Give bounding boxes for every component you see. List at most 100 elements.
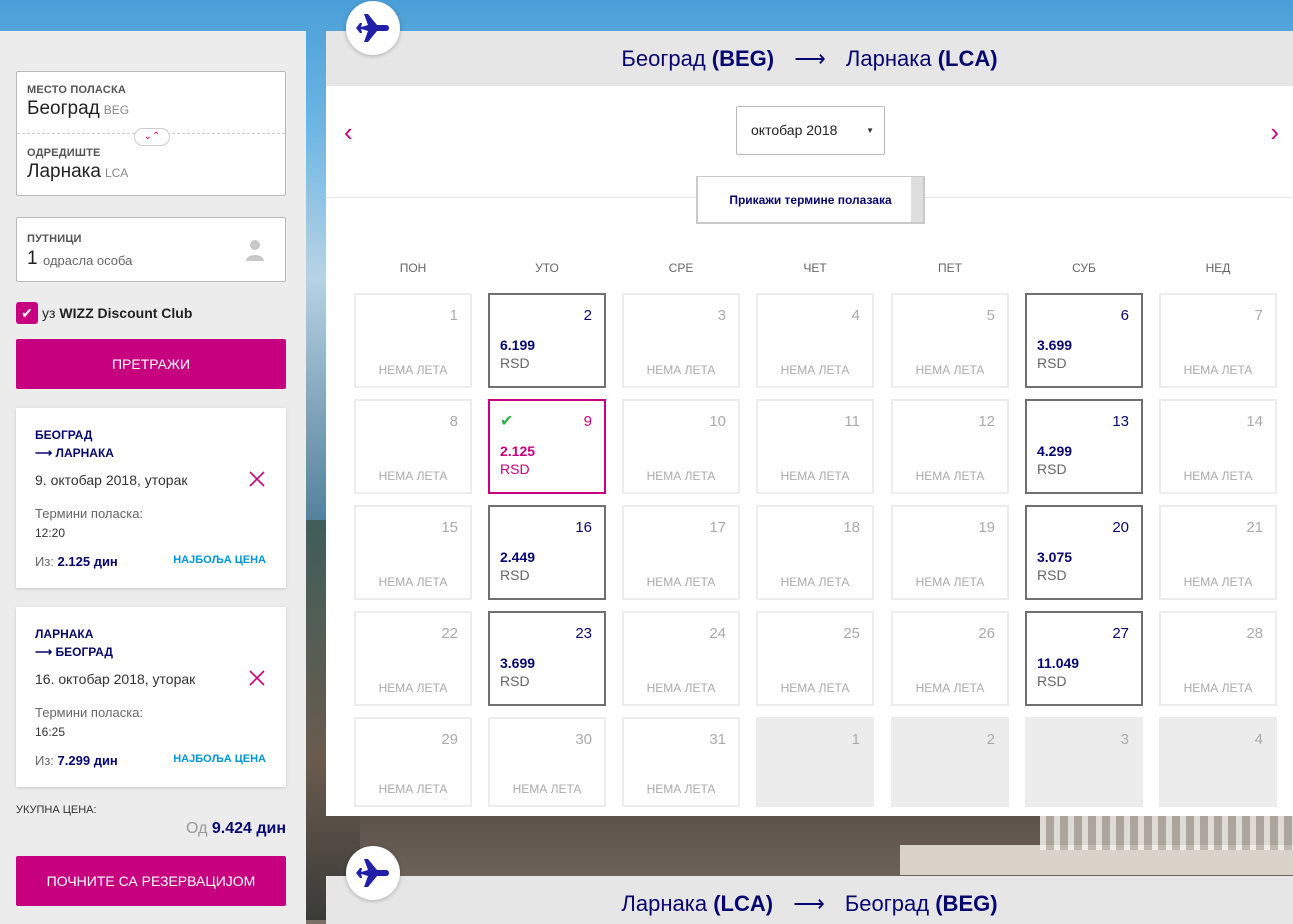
calendar-day[interactable]: 20 3.075 RSD (1025, 505, 1143, 600)
origin-field[interactable]: Место поласка Београд BEG (27, 84, 129, 120)
day-number: 3 (717, 307, 726, 324)
day-currency: RSD (500, 355, 530, 371)
day-price: 2.125 (500, 443, 536, 459)
total-value: 9.424 дин (211, 820, 286, 837)
destination-field[interactable]: Одредиште Ларнака LCA (27, 147, 128, 183)
wdc-checkbox[interactable]: ✔ (16, 302, 38, 324)
day-number: 4 (851, 307, 860, 324)
route-arrow-icon: ⟶ (794, 46, 826, 71)
day-currency: RSD (500, 567, 530, 583)
price-prefix: Из: (35, 753, 54, 768)
day-number: 23 (575, 625, 592, 642)
departure-time: 12:20 (35, 526, 66, 540)
no-flight-label: НЕМА ЛЕТА (646, 575, 716, 589)
weekday-label: СУБ (1072, 261, 1096, 275)
flight-route: БЕОГРАД ⟶ ЛАРНАКА (35, 426, 114, 462)
day-number: 1 (449, 307, 458, 324)
show-departures-button[interactable]: Прикажи термине полазака (696, 176, 925, 224)
day-number: 22 (441, 625, 458, 642)
month-value: октобар 2018 (751, 122, 838, 138)
swap-route-button[interactable]: ⌄⌃ (134, 128, 170, 146)
route-origin-code: (LCA) (713, 891, 774, 916)
calendar-day: 4 (1159, 717, 1277, 807)
no-flight-label: НЕМА ЛЕТА (915, 681, 985, 695)
day-number: 4 (1254, 731, 1263, 748)
calendar-day: 24 НЕМА ЛЕТА (622, 611, 740, 706)
calendar-day: 22 НЕМА ЛЕТА (354, 611, 472, 706)
route-destination: Београд (844, 891, 930, 916)
day-number: 6 (1120, 307, 1129, 324)
next-month-button[interactable]: › (1270, 117, 1279, 148)
origin-code: BEG (103, 103, 130, 117)
no-flight-label: НЕМА ЛЕТА (1183, 575, 1253, 589)
search-button[interactable]: Претражи (16, 339, 286, 389)
wdc-label: WIZZ Discount Club (59, 305, 193, 321)
day-number: 7 (1254, 307, 1263, 324)
calendar-day[interactable]: 13 4.299 RSD (1025, 399, 1143, 494)
route-arrow-icon: ⟶ (793, 891, 825, 916)
day-number: 30 (575, 731, 592, 748)
calendar-day[interactable]: 27 11.049 RSD (1025, 611, 1143, 706)
day-number: 3 (1120, 731, 1129, 748)
book-button[interactable]: Почните са резервацијом (16, 856, 286, 906)
plane-icon (356, 14, 389, 42)
flight-price: Из: 7.299 дин (35, 753, 118, 768)
wdc-checkbox-row[interactable]: ✔ уз WIZZ Discount Club (16, 302, 192, 324)
origin-city: Београд (27, 98, 100, 119)
route-origin-code: (BEG) (711, 46, 775, 71)
no-flight-label: НЕМА ЛЕТА (1183, 681, 1253, 695)
day-currency: RSD (1037, 355, 1067, 371)
passengers-type: одрасла особа (43, 253, 133, 268)
month-select[interactable]: октобар 2018 ▼ (736, 106, 885, 155)
no-flight-label: НЕМА ЛЕТА (378, 469, 448, 483)
route-origin: Ларнака (621, 891, 708, 916)
calendar-day: 14 НЕМА ЛЕТА (1159, 399, 1277, 494)
day-price: 6.199 (500, 337, 536, 353)
weekday-label: УТО (535, 261, 559, 275)
outbound-calendar: Београд (BEG) ⟶ Ларнака (LCA) ‹ › октоба… (326, 31, 1293, 816)
flight-from: ЛАРНАКА (35, 627, 94, 641)
no-flight-label: НЕМА ЛЕТА (915, 469, 985, 483)
day-currency: RSD (1037, 673, 1067, 689)
no-flight-label: НЕМА ЛЕТА (646, 782, 716, 796)
calendar-day: 29 НЕМА ЛЕТА (354, 717, 472, 807)
best-price-badge: НАЈБОЉА ЦЕНА (173, 554, 266, 566)
prev-month-button[interactable]: ‹ (344, 117, 353, 148)
calendar-day[interactable]: 23 3.699 RSD (488, 611, 606, 706)
calendar-day[interactable]: ✔ 9 2.125 RSD (488, 399, 606, 494)
day-number: 11 (844, 413, 860, 430)
departure-time: 16:25 (35, 725, 66, 739)
route-destination: Ларнака (845, 46, 932, 71)
caret-down-icon: ▼ (866, 126, 874, 135)
no-flight-label: НЕМА ЛЕТА (646, 469, 716, 483)
calendar-day[interactable]: 16 2.449 RSD (488, 505, 606, 600)
day-number: 5 (986, 307, 995, 324)
day-price: 3.075 (1037, 549, 1073, 565)
chevron-right-icon: › (1270, 117, 1279, 147)
outbound-route-title: Београд (BEG) ⟶ Ларнака (LCA) (326, 46, 1293, 72)
calendar-day[interactable]: 6 3.699 RSD (1025, 293, 1143, 388)
close-icon[interactable] (248, 669, 266, 687)
departure-times-label: Термини поласка: (35, 506, 144, 521)
day-number: 20 (1112, 519, 1129, 536)
flight-to: ⟶ ЛАРНАКА (35, 446, 114, 460)
calendar-day[interactable]: 2 6.199 RSD (488, 293, 606, 388)
weekday-label: ПОН (399, 261, 427, 275)
no-flight-label: НЕМА ЛЕТА (378, 363, 448, 377)
flight-from: БЕОГРАД (35, 428, 93, 442)
destination-code: LCA (104, 166, 129, 180)
route-origin: Београд (621, 46, 706, 71)
calendar-day: 25 НЕМА ЛЕТА (756, 611, 874, 706)
price-value: 2.125 дин (57, 554, 118, 569)
calendar-day: 12 НЕМА ЛЕТА (891, 399, 1009, 494)
plane-icon (356, 859, 389, 887)
day-price: 2.449 (500, 549, 536, 565)
calendar-day: 30 НЕМА ЛЕТА (488, 717, 606, 807)
calendar-day: 2 (891, 717, 1009, 807)
day-number: 9 (583, 413, 592, 430)
passengers-field[interactable]: Путници 1 одрасла особа (16, 217, 286, 282)
no-flight-label: НЕМА ЛЕТА (780, 681, 850, 695)
close-icon[interactable] (248, 470, 266, 488)
no-flight-label: НЕМА ЛЕТА (1183, 363, 1253, 377)
no-flight-label: НЕМА ЛЕТА (512, 782, 582, 796)
